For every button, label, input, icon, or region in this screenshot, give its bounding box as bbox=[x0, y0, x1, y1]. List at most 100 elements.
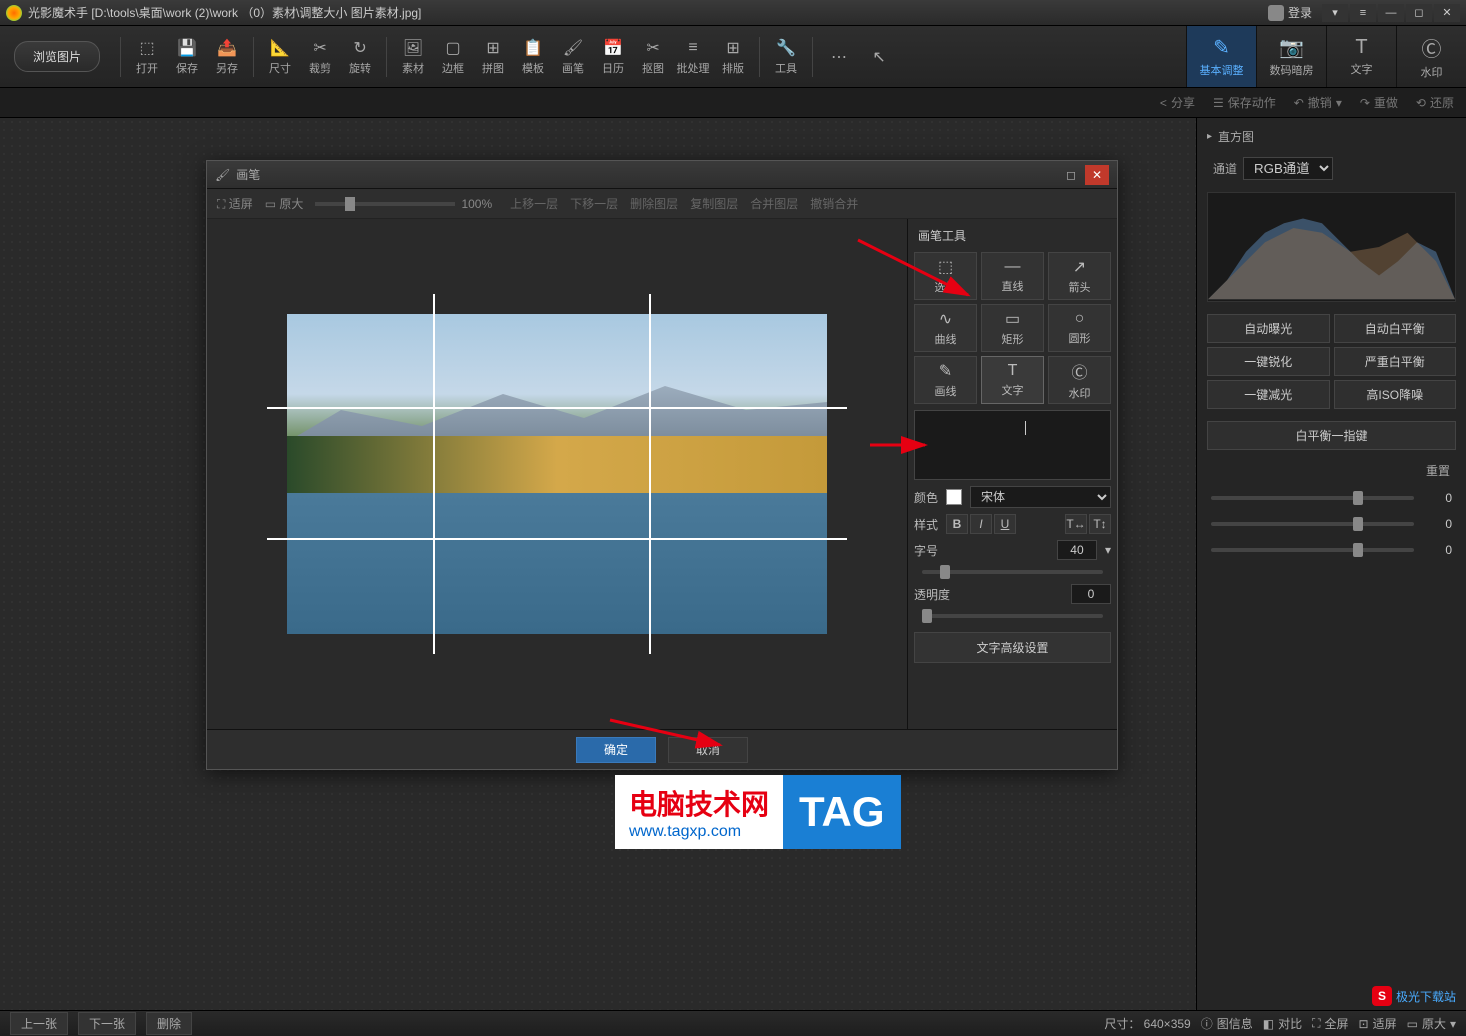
layerop-下移一层[interactable]: 下移一层 bbox=[570, 197, 618, 211]
tool-裁剪[interactable]: ✂裁剪 bbox=[300, 38, 340, 76]
save-action-button[interactable]: ☰ 保存动作 bbox=[1213, 94, 1276, 111]
tool-尺寸[interactable]: 📐尺寸 bbox=[260, 38, 300, 76]
fit-button[interactable]: ⛶ 适屏 bbox=[217, 195, 253, 212]
action-bar: < 分享 ☰ 保存动作 ↶ 撤销 ▾ ↷ 重做 ⟲ 还原 bbox=[0, 88, 1466, 118]
tool-打开[interactable]: ⬚打开 bbox=[127, 38, 167, 76]
tool-素材[interactable]: 🖼素材 bbox=[393, 38, 433, 76]
panel-btn-严重白平衡[interactable]: 严重白平衡 bbox=[1334, 347, 1457, 376]
prev-button[interactable]: 上一张 bbox=[10, 1012, 68, 1035]
compare-button[interactable]: ◧ 对比 bbox=[1263, 1015, 1302, 1032]
text-horizontal[interactable]: T↔ bbox=[1065, 514, 1087, 534]
layerop-删除图层[interactable]: 删除图层 bbox=[630, 197, 678, 211]
channel-label: 通道 bbox=[1213, 160, 1237, 177]
delete-button[interactable]: 删除 bbox=[146, 1012, 192, 1035]
face-icon bbox=[1268, 5, 1284, 21]
undo-button[interactable]: ↶ 撤销 ▾ bbox=[1294, 94, 1342, 111]
main-toolbar: 浏览图片 ⬚打开💾保存📤另存 📐尺寸✂裁剪↻旋转 🖼素材▢边框⊞拼图📋模板🖌画笔… bbox=[0, 26, 1466, 88]
brushtool-直线[interactable]: —直线 bbox=[981, 252, 1044, 300]
panel-btn-自动曝光[interactable]: 自动曝光 bbox=[1207, 314, 1330, 343]
tool-另存[interactable]: 📤另存 bbox=[207, 38, 247, 76]
tool-排版[interactable]: ⊞排版 bbox=[713, 38, 753, 76]
dialog-title: 画笔 bbox=[236, 166, 260, 183]
layerop-撤销合并[interactable]: 撤销合并 bbox=[810, 197, 858, 211]
orig-button[interactable]: ▭ 原大 bbox=[265, 195, 304, 212]
tool-抠图[interactable]: ✂抠图 bbox=[633, 38, 673, 76]
menu-button[interactable]: ≡ bbox=[1350, 4, 1376, 22]
slider-2[interactable] bbox=[1211, 522, 1414, 526]
brushtool-箭头[interactable]: ↗箭头 bbox=[1048, 252, 1111, 300]
dialog-canvas[interactable] bbox=[207, 219, 907, 729]
next-button[interactable]: 下一张 bbox=[78, 1012, 136, 1035]
tool-拼图[interactable]: ⊞拼图 bbox=[473, 38, 513, 76]
opacity-slider[interactable] bbox=[922, 614, 1103, 618]
share-button[interactable]: < 分享 bbox=[1160, 94, 1195, 111]
panel-btn-一键锐化[interactable]: 一键锐化 bbox=[1207, 347, 1330, 376]
pointer-button[interactable]: ↖ bbox=[859, 47, 899, 67]
info-button[interactable]: ⓘ 图信息 bbox=[1201, 1015, 1253, 1032]
rtab-基本调整[interactable]: ✎基本调整 bbox=[1186, 26, 1256, 87]
font-select[interactable]: 宋体 bbox=[970, 486, 1111, 508]
underline-button[interactable]: U bbox=[994, 514, 1016, 534]
slider-3[interactable] bbox=[1211, 548, 1414, 552]
slider-1[interactable] bbox=[1211, 496, 1414, 500]
titlebar: 光影魔术手 [D:\tools\桌面\work (2)\work （0）素材\调… bbox=[0, 0, 1466, 26]
brushtool-画线[interactable]: ✎画线 bbox=[914, 356, 977, 404]
histogram-header[interactable]: ▸直方图 bbox=[1203, 124, 1460, 149]
close-button[interactable]: ✕ bbox=[1434, 4, 1460, 22]
size-info: 尺寸： 640×359 bbox=[1104, 1015, 1190, 1032]
panel-btn-自动白平衡[interactable]: 自动白平衡 bbox=[1334, 314, 1457, 343]
panel-btn-高ISO降噪[interactable]: 高ISO降噪 bbox=[1334, 380, 1457, 409]
fullscreen-button[interactable]: ⛶ 全屏 bbox=[1312, 1015, 1348, 1032]
rtab-数码暗房[interactable]: 📷数码暗房 bbox=[1256, 26, 1326, 87]
size-slider[interactable] bbox=[922, 570, 1103, 574]
tool-模板[interactable]: 📋模板 bbox=[513, 38, 553, 76]
rtab-水印[interactable]: Ⓒ水印 bbox=[1396, 26, 1466, 87]
brush-icon: 🖌 bbox=[215, 168, 230, 182]
maximize-button[interactable]: ◻ bbox=[1406, 4, 1432, 22]
layerop-上移一层[interactable]: 上移一层 bbox=[510, 197, 558, 211]
fit-button-status[interactable]: ⊡ 适屏 bbox=[1359, 1015, 1397, 1032]
tool-画笔[interactable]: 🖌画笔 bbox=[553, 38, 593, 76]
italic-button[interactable]: I bbox=[970, 514, 992, 534]
tool-工具[interactable]: 🔧工具 bbox=[766, 38, 806, 76]
brushtool-曲线[interactable]: ∿曲线 bbox=[914, 304, 977, 352]
brushtool-文字[interactable]: T文字 bbox=[981, 356, 1044, 404]
advanced-button[interactable]: 文字高级设置 bbox=[914, 632, 1111, 663]
rtab-文字[interactable]: T文字 bbox=[1326, 26, 1396, 87]
panel-btn-一键减光[interactable]: 一键减光 bbox=[1207, 380, 1330, 409]
restore-button[interactable]: ⟲ 还原 bbox=[1416, 94, 1454, 111]
brushtool-水印[interactable]: Ⓒ水印 bbox=[1048, 356, 1111, 404]
tool-保存[interactable]: 💾保存 bbox=[167, 38, 207, 76]
more-button[interactable]: ⋯ bbox=[819, 47, 859, 67]
layerop-复制图层[interactable]: 复制图层 bbox=[690, 197, 738, 211]
text-input[interactable] bbox=[914, 410, 1111, 480]
orig-button-status[interactable]: ▭ 原大 ▾ bbox=[1407, 1015, 1456, 1032]
ok-button[interactable]: 确定 bbox=[576, 737, 656, 763]
text-vertical[interactable]: T↕ bbox=[1089, 514, 1111, 534]
dialog-maximize[interactable]: ◻ bbox=[1059, 165, 1083, 185]
login-button[interactable]: 登录 bbox=[1268, 4, 1312, 21]
layerop-合并图层[interactable]: 合并图层 bbox=[750, 197, 798, 211]
reset-button[interactable]: 重置 bbox=[1203, 458, 1460, 483]
redo-button[interactable]: ↷ 重做 bbox=[1360, 94, 1398, 111]
cancel-button[interactable]: 取消 bbox=[668, 737, 748, 763]
size-dropdown[interactable]: ▾ bbox=[1105, 543, 1111, 557]
bold-button[interactable]: B bbox=[946, 514, 968, 534]
tool-旋转[interactable]: ↻旋转 bbox=[340, 38, 380, 76]
tool-日历[interactable]: 📅日历 bbox=[593, 38, 633, 76]
zoom-slider[interactable] bbox=[315, 202, 455, 206]
color-swatch[interactable] bbox=[946, 489, 962, 505]
opacity-input[interactable]: 0 bbox=[1071, 584, 1111, 604]
wb-onekey-button[interactable]: 白平衡一指键 bbox=[1207, 421, 1456, 450]
dialog-close[interactable]: ✕ bbox=[1085, 165, 1109, 185]
minimize-button[interactable]: — bbox=[1378, 4, 1404, 22]
brushtool-选择[interactable]: ⬚选择 bbox=[914, 252, 977, 300]
brushtool-圆形[interactable]: ○圆形 bbox=[1048, 304, 1111, 352]
tool-批处理[interactable]: ≡批处理 bbox=[673, 38, 713, 76]
pin-button[interactable]: ▾ bbox=[1322, 4, 1348, 22]
channel-select[interactable]: RGB通道 bbox=[1243, 157, 1333, 180]
size-input[interactable]: 40 bbox=[1057, 540, 1097, 560]
browse-button[interactable]: 浏览图片 bbox=[14, 41, 100, 72]
brushtool-矩形[interactable]: ▭矩形 bbox=[981, 304, 1044, 352]
tool-边框[interactable]: ▢边框 bbox=[433, 38, 473, 76]
